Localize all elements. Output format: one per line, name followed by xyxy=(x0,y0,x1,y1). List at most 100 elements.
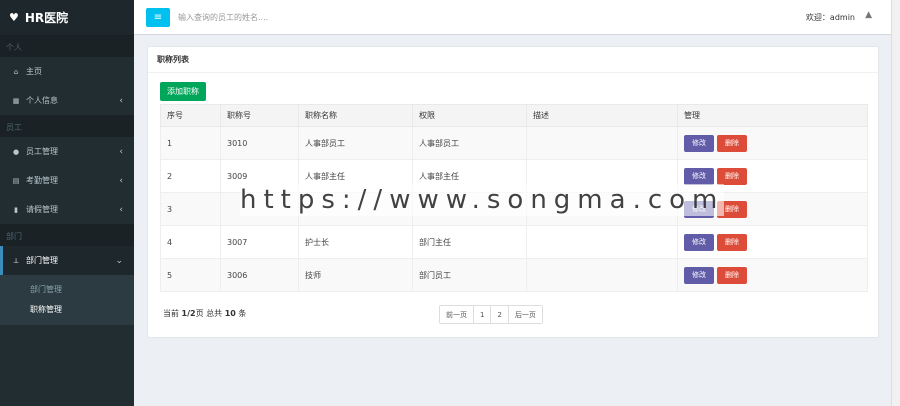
cell-desc xyxy=(526,159,678,193)
section-header-staff: 员工 xyxy=(0,115,134,137)
cell-index: 5 xyxy=(160,258,221,292)
cell-index: 1 xyxy=(160,126,221,160)
table-header-row: 序号 职称号 职称名称 权限 描述 管理 xyxy=(160,104,868,127)
sidebar: ♥ HR医院 个人 ⌂ 主页 ▦ 个人信息 ‹ 员工 ● 员工管理 ‹ ▤ 考勤… xyxy=(0,0,134,406)
title-list-panel: 职称列表 添加职称 序号 职称号 职称名称 权限 描述 管理 1 3010 人事… xyxy=(147,46,879,338)
cell-name: 人事部主任 xyxy=(298,159,413,193)
cell-desc xyxy=(526,225,678,259)
search-input[interactable] xyxy=(178,8,478,27)
total-count: 10 xyxy=(224,309,236,318)
cell-desc xyxy=(526,192,678,226)
chevron-down-icon: ⌄ xyxy=(115,255,123,266)
edit-button[interactable]: 修改 xyxy=(684,266,714,284)
menu-icon: ≡ xyxy=(153,12,163,23)
sidebar-item-department[interactable]: ⊥ 部门管理 ⌄ xyxy=(0,246,134,275)
cell-index: 2 xyxy=(160,159,221,193)
cell-name: 技师 xyxy=(298,258,413,292)
sidebar-item-leave[interactable]: ▮ 请假管理 ‹ xyxy=(0,195,134,224)
table-row: 1 3010 人事部员工 人事部员工 修改 删除 xyxy=(160,126,868,160)
column-header: 职称号 xyxy=(220,104,299,127)
submenu-item-department[interactable]: 部门管理 xyxy=(0,279,134,299)
section-header-department: 部门 xyxy=(0,224,134,246)
section-header-personal: 个人 xyxy=(0,35,134,57)
chevron-left-icon: ‹ xyxy=(119,204,123,215)
sidebar-item-label: 个人信息 xyxy=(26,96,58,105)
table-row: 3 修改 删除 xyxy=(160,192,868,226)
pagination-suffix: 条 xyxy=(238,309,247,318)
cell-code: 3006 xyxy=(220,258,299,292)
column-header: 描述 xyxy=(526,104,678,127)
cell-permission: 人事部主任 xyxy=(412,159,527,193)
brand[interactable]: ♥ HR医院 xyxy=(0,0,134,35)
welcome-text: 欢迎：admin xyxy=(805,13,855,22)
sitemap-icon: ⊥ xyxy=(12,256,20,265)
chevron-left-icon: ‹ xyxy=(119,175,123,186)
cell-actions: 修改 删除 xyxy=(677,126,868,160)
user-icon[interactable]: ▲ xyxy=(865,10,872,20)
cell-code: 3009 xyxy=(220,159,299,193)
add-title-button[interactable]: 添加职称 xyxy=(160,82,206,101)
cell-code: 3007 xyxy=(220,225,299,259)
pagination-mid: 页 总共 xyxy=(195,309,223,318)
sidebar-item-staff[interactable]: ● 员工管理 ‹ xyxy=(0,137,134,166)
prev-page-button[interactable]: 前一页 xyxy=(440,306,473,323)
chevron-left-icon: ‹ xyxy=(119,146,123,157)
sidebar-item-label: 部门管理 xyxy=(26,256,58,265)
calendar-icon: ▦ xyxy=(12,96,20,105)
submenu-item-title[interactable]: 职称管理 xyxy=(0,299,134,319)
edit-button[interactable]: 修改 xyxy=(684,134,714,152)
sidebar-item-attendance[interactable]: ▤ 考勤管理 ‹ xyxy=(0,166,134,195)
department-submenu: 部门管理 职称管理 xyxy=(0,275,134,325)
cell-code: 3010 xyxy=(220,126,299,160)
heart-pulse-icon: ♥ xyxy=(9,11,19,24)
panel-title: 职称列表 xyxy=(148,47,878,73)
edit-button[interactable]: 修改 xyxy=(684,200,714,218)
column-header: 管理 xyxy=(677,104,868,127)
edit-button[interactable]: 修改 xyxy=(684,233,714,251)
edit-button[interactable]: 修改 xyxy=(684,167,714,185)
table-row: 2 3009 人事部主任 人事部主任 修改 删除 xyxy=(160,159,868,193)
cell-permission: 部门员工 xyxy=(412,258,527,292)
cell-permission xyxy=(412,192,527,226)
column-header: 权限 xyxy=(412,104,527,127)
column-header: 职称名称 xyxy=(298,104,413,127)
sidebar-item-label: 考勤管理 xyxy=(26,176,58,185)
cell-name: 人事部员工 xyxy=(298,126,413,160)
cell-name: 护士长 xyxy=(298,225,413,259)
pagination: 前一页 1 2 后一页 xyxy=(439,305,543,324)
page-button-1[interactable]: 1 xyxy=(473,306,491,323)
bookmark-icon: ▮ xyxy=(14,205,18,214)
title-table: 序号 职称号 职称名称 权限 描述 管理 1 3010 人事部员工 人事部员工 … xyxy=(160,104,868,292)
cell-permission: 部门主任 xyxy=(412,225,527,259)
cell-permission: 人事部员工 xyxy=(412,126,527,160)
cell-actions: 修改 删除 xyxy=(677,159,868,193)
cell-code xyxy=(220,192,299,226)
page-scrollbar[interactable] xyxy=(891,0,900,406)
delete-button[interactable]: 删除 xyxy=(717,233,747,251)
sidebar-item-label: 员工管理 xyxy=(26,147,58,156)
pagination-info: 当前 1/2页 总共 10 条 xyxy=(163,308,246,319)
cell-index: 4 xyxy=(160,225,221,259)
cell-desc xyxy=(526,126,678,160)
cell-actions: 修改 删除 xyxy=(677,258,868,292)
table-icon: ▤ xyxy=(12,176,20,185)
column-header: 序号 xyxy=(160,104,221,127)
delete-button[interactable]: 删除 xyxy=(717,134,747,152)
page-button-2[interactable]: 2 xyxy=(490,306,508,323)
sidebar-item-home[interactable]: ⌂ 主页 xyxy=(0,57,134,86)
table-row: 4 3007 护士长 部门主任 修改 删除 xyxy=(160,225,868,259)
cell-desc xyxy=(526,258,678,292)
table-row: 5 3006 技师 部门员工 修改 删除 xyxy=(160,258,868,292)
cell-name xyxy=(298,192,413,226)
next-page-button[interactable]: 后一页 xyxy=(507,306,542,323)
sidebar-item-profile[interactable]: ▦ 个人信息 ‹ xyxy=(0,86,134,115)
chevron-left-icon: ‹ xyxy=(119,95,123,106)
delete-button[interactable]: 删除 xyxy=(717,167,747,185)
cell-index: 3 xyxy=(160,192,221,226)
delete-button[interactable]: 删除 xyxy=(717,266,747,284)
pagination-prefix: 当前 xyxy=(163,309,179,318)
user-icon: ● xyxy=(12,147,20,156)
cell-actions: 修改 删除 xyxy=(677,225,868,259)
delete-button[interactable]: 删除 xyxy=(717,200,747,218)
sidebar-toggle-button[interactable]: ≡ xyxy=(146,8,170,27)
